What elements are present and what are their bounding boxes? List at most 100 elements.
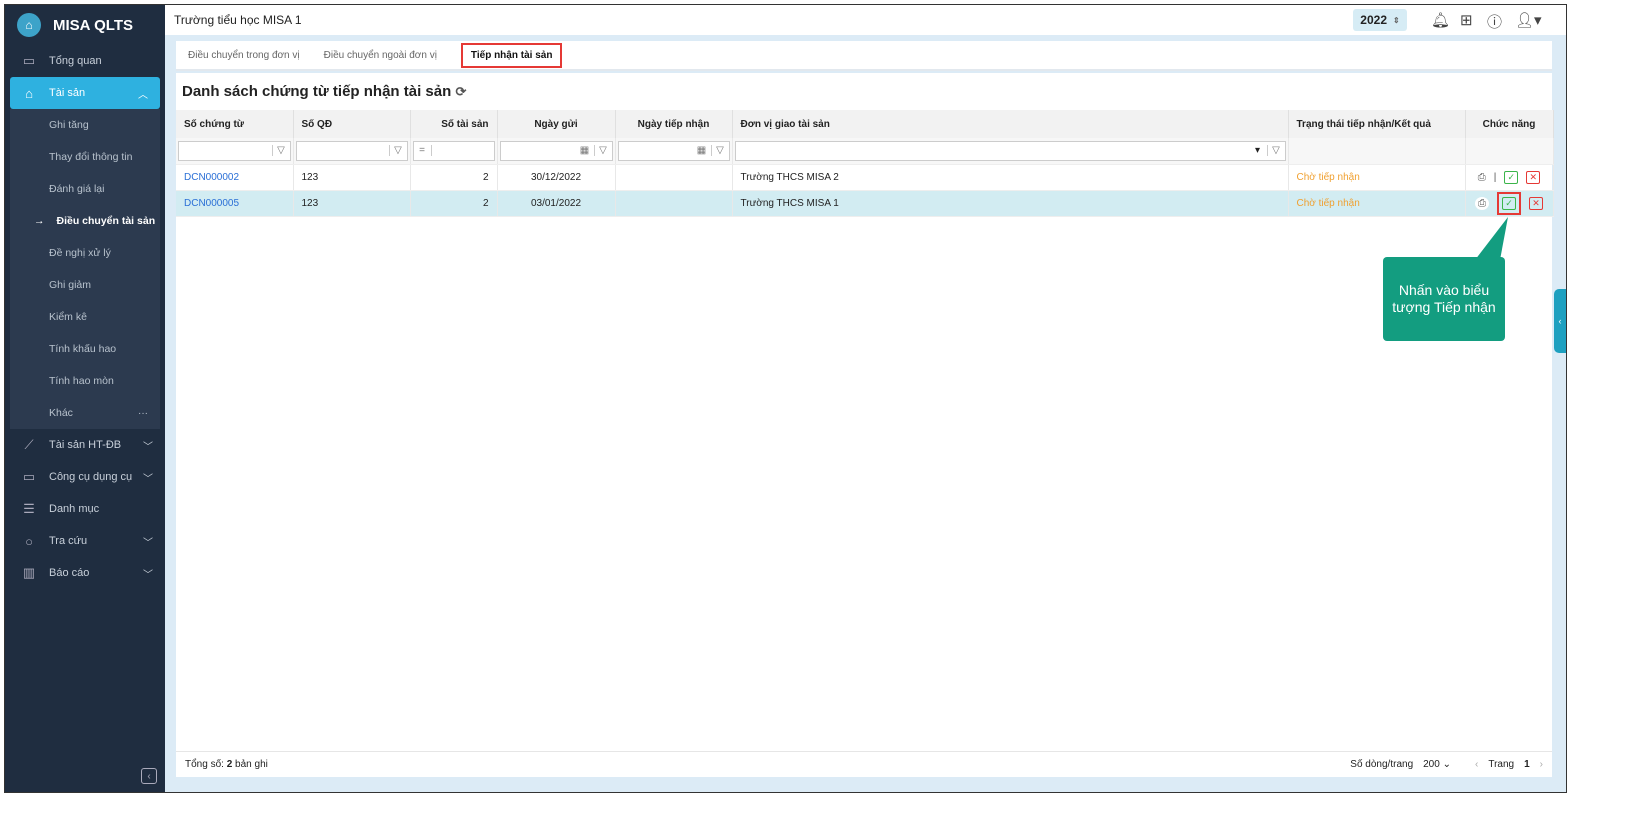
sidebar-item-ht-db[interactable]: ⟋ Tài sản HT-ĐB ﹀ — [5, 429, 165, 461]
sidebar-sub-dieu-chuyen[interactable]: → Điều chuyển tài sản — [10, 205, 160, 237]
cell-count: 2 — [410, 164, 498, 191]
receive-button[interactable]: ✓ — [1502, 196, 1516, 210]
tab-bar: Điều chuyển trong đơn vị Điều chuyển ngo… — [176, 41, 1552, 71]
calendar-icon[interactable]: ▦ — [576, 145, 594, 156]
sidebar-sub-kiem-ke[interactable]: Kiểm kê — [10, 301, 160, 333]
sidebar-sub-ghi-tang[interactable]: Ghi tăng — [10, 109, 160, 141]
col-header[interactable]: Số tài sản — [410, 110, 498, 138]
calendar-icon[interactable]: ▦ — [693, 145, 711, 156]
sidebar-sub-ghi-giam[interactable]: Ghi giảm — [10, 269, 160, 301]
cell-sent: 30/12/2022 — [497, 164, 616, 191]
label: Kiểm kê — [49, 311, 87, 323]
current-page[interactable]: 1 — [1524, 759, 1530, 770]
label: Công cụ dụng cụ — [49, 471, 133, 483]
filter-code-input[interactable]: ▽ — [178, 140, 291, 161]
reject-button[interactable]: ✕ — [1529, 196, 1543, 210]
collapse-sidebar-button[interactable]: ‹ — [141, 768, 157, 784]
cell-qd: 123 — [293, 190, 411, 217]
col-header[interactable]: Ngày tiếp nhận — [615, 110, 733, 138]
sidebar-item-overview[interactable]: ▭ Tổng quan — [5, 45, 165, 77]
col-header[interactable]: Đơn vị giao tài sản — [732, 110, 1289, 138]
chevron-down-icon: ﹀ — [143, 441, 153, 453]
sidebar-item-reports[interactable]: ▥ Báo cáo ﹀ — [5, 557, 165, 589]
dropdown-icon[interactable]: ▾ — [1249, 145, 1267, 156]
help-icon[interactable]: ⓘ — [1487, 11, 1502, 32]
spinner-icon: ⇕ — [1393, 15, 1400, 25]
instruction-callout: Nhấn vào biểu tượng Tiếp nhận — [1383, 257, 1505, 341]
org-name: Trường tiểu học MISA 1 — [174, 13, 302, 27]
doc-code-link[interactable]: DCN000005 — [176, 190, 294, 217]
sidebar-sub-de-nghi[interactable]: Đề nghị xử lý — [10, 237, 160, 269]
more-icon: ··· — [138, 407, 148, 419]
cell-received — [615, 164, 733, 191]
filter-received-date[interactable]: ▦ ▽ — [617, 140, 730, 161]
print-icon[interactable]: ⎙ — [1478, 172, 1486, 183]
road-icon: ⟋ — [24, 437, 34, 452]
label: Ghi giảm — [49, 279, 92, 291]
col-header[interactable]: Số chứng từ — [176, 110, 294, 138]
filter-icon[interactable]: ▽ — [1266, 145, 1285, 157]
monitor-icon: ▭ — [22, 53, 36, 68]
table-row[interactable]: DCN000005 123 2 03/01/2022 Trường THCS M… — [176, 190, 1554, 217]
year-select[interactable]: 2022 ⇕ — [1353, 9, 1407, 31]
arrow-right-icon: → — [34, 215, 45, 227]
table-row[interactable]: DCN000002 123 2 30/12/2022 Trường THCS M… — [176, 164, 1554, 191]
label: Đánh giá lại — [49, 183, 105, 195]
label: Tài sản — [49, 87, 86, 99]
print-icon[interactable]: ⎙ — [1475, 196, 1489, 210]
page-title: Danh sách chứng từ tiếp nhận tài sản ⟳ — [182, 83, 466, 100]
label: Danh mục — [49, 503, 100, 515]
receive-button[interactable]: ✓ — [1504, 170, 1519, 184]
chevron-up-icon: ︿ — [138, 89, 148, 101]
col-header[interactable]: Ngày gửi — [497, 110, 616, 138]
documents-table: Số chứng từ Số QĐ Số tài sản Ngày gửi Ng… — [176, 110, 1554, 217]
tab-internal-transfer[interactable]: Điều chuyển trong đơn vị — [188, 50, 300, 61]
refresh-icon[interactable]: ⟳ — [455, 84, 466, 99]
filter-icon[interactable]: ▽ — [388, 145, 407, 157]
total-count: 2 — [226, 759, 233, 770]
reject-button[interactable]: ✕ — [1526, 170, 1541, 184]
filter-count-input[interactable]: = — [412, 140, 495, 161]
label: Điều chuyển tài sản — [56, 215, 156, 227]
list-icon: ☰ — [23, 501, 35, 516]
tab-external-transfer[interactable]: Điều chuyển ngoài đơn vị — [324, 50, 437, 61]
filter-icon[interactable]: ▽ — [710, 145, 729, 157]
operator[interactable]: = — [414, 145, 432, 157]
sidebar-sub-danh-gia[interactable]: Đánh giá lại — [10, 173, 160, 205]
filter-qd-input[interactable]: ▽ — [295, 140, 408, 161]
cell-count: 2 — [410, 190, 498, 217]
cell-received — [615, 190, 733, 217]
col-header[interactable]: Số QĐ — [293, 110, 411, 138]
table-footer: Tổng số: 2 bản ghi Số dòng/trang 200 ⌄ ‹… — [176, 751, 1552, 777]
label: Tra cứu — [49, 535, 88, 547]
filter-icon[interactable]: ▽ — [271, 145, 290, 157]
total-label: Tổng số: — [185, 759, 224, 770]
user-icon[interactable]: 👤︎▾ — [1515, 11, 1542, 29]
label: Báo cáo — [49, 567, 90, 579]
prev-page-button[interactable]: ‹ — [1475, 759, 1478, 770]
sidebar-item-tools[interactable]: ▭ Công cụ dụng cụ ﹀ — [5, 461, 165, 493]
sidebar-item-lookup[interactable]: ○ Tra cứu ﹀ — [5, 525, 165, 557]
sidebar-sub-khac[interactable]: Khác ··· — [10, 397, 160, 429]
sidebar-item-assets[interactable]: ⌂ Tài sản ︿ — [10, 77, 160, 109]
cell-unit: Trường THCS MISA 1 — [732, 190, 1289, 217]
main-panel: Danh sách chứng từ tiếp nhận tài sản ⟳ S… — [176, 73, 1554, 777]
page-size-select[interactable]: 200 ⌄ — [1423, 759, 1451, 770]
next-page-button[interactable]: › — [1540, 759, 1543, 770]
sidebar-item-catalog[interactable]: ☰ Danh mục — [5, 493, 165, 525]
filter-sent-date[interactable]: ▦ ▽ — [499, 140, 613, 161]
sidebar-sub-thay-doi[interactable]: Thay đổi thông tin — [10, 141, 160, 173]
tab-receive-assets[interactable]: Tiếp nhận tài sản — [460, 42, 563, 68]
chevron-down-icon: ﹀ — [143, 473, 153, 485]
expand-side-panel-button[interactable]: ‹ — [1554, 289, 1566, 353]
doc-code-link[interactable]: DCN000002 — [176, 164, 294, 191]
sidebar-sub-hao-mon[interactable]: Tính hao mòn — [10, 365, 160, 397]
filter-icon[interactable]: ▽ — [593, 145, 612, 157]
apps-icon[interactable]: ⊞ — [1460, 11, 1473, 29]
bell-icon[interactable]: 🔔︎ — [1431, 11, 1450, 29]
filter-unit-select[interactable]: ▾ ▽ — [734, 140, 1286, 161]
logo[interactable]: ⌂ MISA QLTS — [5, 5, 165, 45]
total-suffix: bản ghi — [235, 759, 268, 770]
col-header[interactable]: Trạng thái tiếp nhận/Kết quả — [1288, 110, 1466, 138]
sidebar-sub-khau-hao[interactable]: Tính khấu hao — [10, 333, 160, 365]
